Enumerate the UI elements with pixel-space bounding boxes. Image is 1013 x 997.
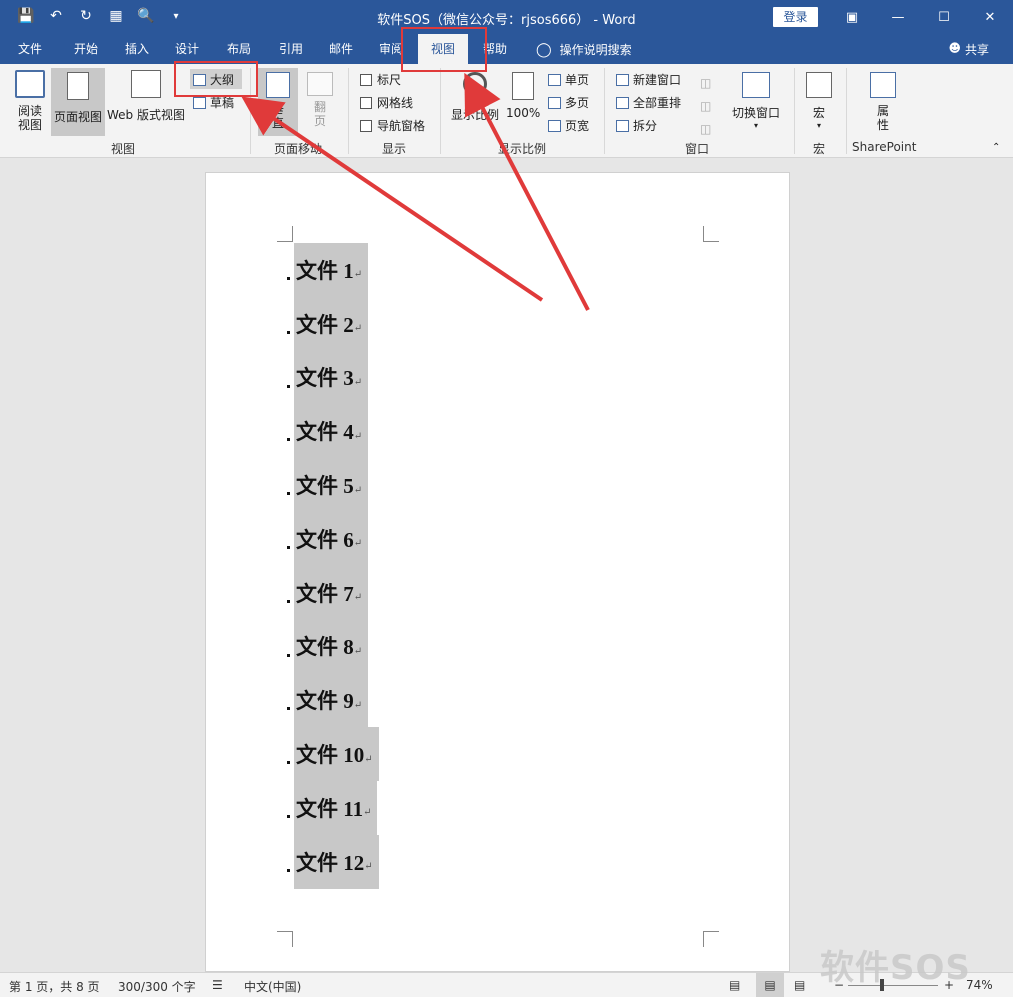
arrow-to-outline — [241, 96, 544, 302]
annotation-arrows — [241, 72, 590, 311]
watermark: 软件SOS — [820, 948, 971, 988]
web-layout-status-icon[interactable]: ▤ — [794, 978, 805, 992]
proofing-icon[interactable]: ☰ — [212, 978, 223, 992]
language[interactable]: 中文(中国) — [244, 978, 301, 995]
read-mode-status-icon[interactable]: ▤ — [729, 978, 740, 992]
page-count[interactable]: 第 1 页，共 8 页 — [9, 978, 100, 995]
print-layout-status-icon[interactable]: ▤ — [756, 973, 784, 997]
arrow-to-view-tab — [464, 72, 590, 311]
word-count[interactable]: 300/300 个字 — [118, 978, 196, 995]
